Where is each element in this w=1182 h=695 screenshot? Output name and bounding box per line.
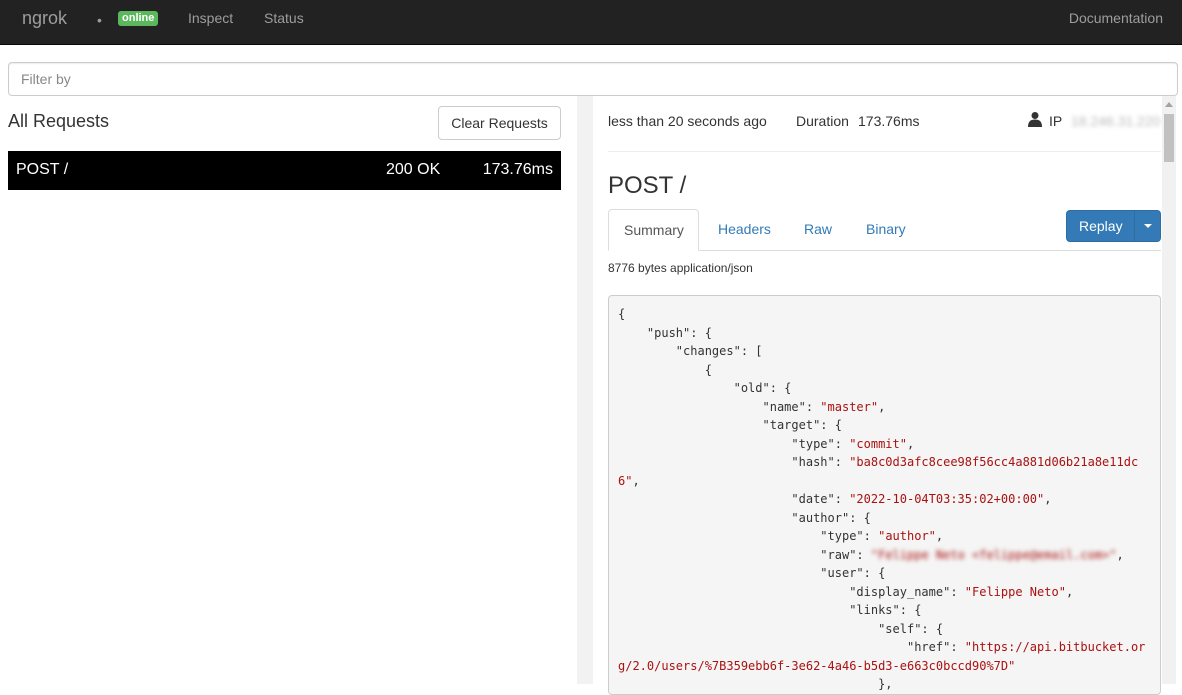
json-string: "master" xyxy=(820,399,879,414)
json-token: "type": xyxy=(618,436,850,451)
code-line: "type": "commit", xyxy=(618,435,1151,454)
request-status: 200 OK xyxy=(386,161,441,178)
json-token: "date": xyxy=(618,492,850,506)
duration-value: 173.76ms xyxy=(858,113,920,129)
clear-requests-button[interactable]: Clear Requests xyxy=(438,106,561,140)
json-string: "2022-10-04T03:35:02+00:00" xyxy=(849,492,1045,506)
request-duration: 173.76ms xyxy=(482,161,553,178)
code-line: "links": { xyxy=(618,601,1151,620)
json-token: , xyxy=(1044,492,1052,506)
code-line: "author": { xyxy=(618,509,1151,528)
json-token: "name": xyxy=(618,399,821,414)
replay-label: Replay xyxy=(1079,218,1123,234)
json-token: "links": { xyxy=(618,603,922,617)
nav-documentation[interactable]: Documentation xyxy=(1069,10,1163,26)
request-row[interactable]: POST / 200 OK 173.76ms xyxy=(8,151,561,190)
json-string: "ba8c0d3afc8cee98f56cc4a881d06b21a8e11dc xyxy=(849,455,1139,469)
json-token: "old": { xyxy=(618,381,792,395)
code-line: "raw": "Felippe Neto <felippe@email.com>… xyxy=(618,546,1151,565)
code-line: "name": "master", xyxy=(618,398,1151,417)
code-line: 6", xyxy=(618,472,1151,491)
detail-divider xyxy=(608,151,1161,152)
status-badge: online xyxy=(118,11,159,26)
json-token: , xyxy=(1065,584,1074,599)
json-token: { xyxy=(618,362,712,377)
replay-button[interactable]: Replay xyxy=(1066,210,1161,242)
tab-headers[interactable]: Headers xyxy=(703,209,786,251)
code-line: g/2.0/users/%7B359ebb6f-3e62-4a46-b5d3-e… xyxy=(618,657,1151,676)
json-token: , xyxy=(1116,547,1124,562)
scrollbar[interactable] xyxy=(1162,96,1176,684)
code-line: "href": "https://api.bitbucket.or xyxy=(618,638,1151,657)
json-string: "Felippe Neto" xyxy=(964,584,1066,599)
nav-inspect[interactable]: Inspect xyxy=(188,10,233,26)
code-line: "user": { xyxy=(618,564,1151,583)
code-line: "date": "2022-10-04T03:35:02+00:00", xyxy=(618,490,1151,509)
json-token: "type": xyxy=(618,529,879,543)
code-line: "push": { xyxy=(618,324,1151,343)
json-token: { xyxy=(618,307,626,321)
request-method-path: POST / xyxy=(16,161,69,178)
json-string: 6" xyxy=(618,473,633,488)
nav-status[interactable]: Status xyxy=(264,10,304,26)
scrollbar-thumb[interactable] xyxy=(1164,114,1174,162)
code-line: "target": { xyxy=(618,416,1151,435)
json-token: }, xyxy=(618,677,893,691)
code-line: { xyxy=(618,305,1151,324)
brand-logo[interactable]: ngrok xyxy=(22,8,67,29)
scroll-up-arrow-icon[interactable] xyxy=(1165,102,1173,107)
ip-label: IP xyxy=(1049,113,1063,129)
json-token: "hash": xyxy=(618,455,850,469)
json-token: , xyxy=(632,473,640,488)
json-token: "href": xyxy=(618,640,965,654)
code-line: "hash": "ba8c0d3afc8cee98f56cc4a881d06b2… xyxy=(618,453,1151,472)
filter-input[interactable] xyxy=(8,62,1178,96)
json-token: "user": { xyxy=(618,566,886,580)
panel-divider xyxy=(577,96,593,684)
json-token: "changes": [ xyxy=(618,344,763,358)
json-token: "self": { xyxy=(618,621,944,636)
code-line: "old": { xyxy=(618,379,1151,398)
json-string: "https://api.bitbucket.or xyxy=(964,640,1146,654)
json-token: "author": { xyxy=(618,510,871,525)
json-token: , xyxy=(878,399,886,414)
json-string: "commit" xyxy=(849,436,907,451)
duration-label: Duration xyxy=(796,113,849,129)
code-line: { xyxy=(618,361,1151,380)
json-token: "target": { xyxy=(618,418,842,432)
json-token: "raw": xyxy=(618,547,871,562)
all-requests-heading: All Requests xyxy=(8,111,110,131)
tab-raw[interactable]: Raw xyxy=(789,209,847,251)
navbar: ngrok • online Inspect Status Documentat… xyxy=(0,0,1182,45)
content-info: 8776 bytes application/json xyxy=(608,261,753,275)
json-string: g/2.0/users/%7B359ebb6f-3e62-4a46-b5d3-e… xyxy=(618,658,1016,673)
code-line: "type": "author", xyxy=(618,527,1151,546)
json-string: "Felippe Neto <felippe@email.com>" xyxy=(870,547,1117,562)
tab-summary[interactable]: Summary xyxy=(608,209,699,251)
code-line: "display_name": "Felippe Neto", xyxy=(618,583,1151,602)
user-icon xyxy=(1028,112,1042,127)
json-body: { "push": { "changes": [ { "old": { "nam… xyxy=(608,295,1161,695)
separator-dot: • xyxy=(97,12,102,28)
tab-binary[interactable]: Binary xyxy=(851,209,921,251)
json-token: , xyxy=(906,436,915,451)
code-line: "self": { xyxy=(618,620,1151,639)
json-string: "author" xyxy=(878,529,936,543)
request-time: less than 20 seconds ago xyxy=(608,113,767,129)
json-token: , xyxy=(935,529,944,543)
replay-dropdown-toggle[interactable] xyxy=(1134,211,1160,241)
json-token: "push": { xyxy=(618,325,712,340)
code-line: }, xyxy=(618,675,1151,694)
code-line: "changes": [ xyxy=(618,342,1151,361)
caret-down-icon xyxy=(1144,224,1152,228)
json-token: "display_name": xyxy=(618,584,965,599)
request-title: POST / xyxy=(608,172,687,199)
ip-value: 18.246.31.220 xyxy=(1071,113,1161,129)
